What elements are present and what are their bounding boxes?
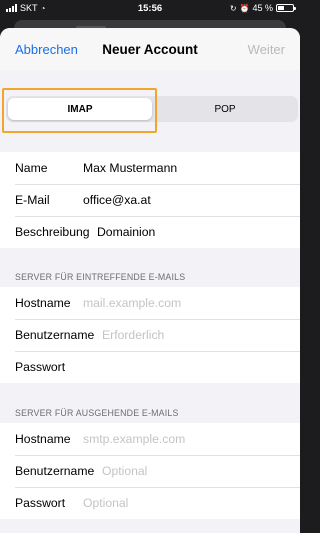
outgoing-section-header: SERVER FÜR AUSGEHENDE E-MAILS [15,408,179,418]
incoming-username-field[interactable]: Erforderlich [102,328,164,342]
incoming-hostname-row[interactable]: Hostname mail.example.com [0,287,300,319]
incoming-password-label: Passwort [15,360,66,374]
new-account-sheet: Abbrechen Neuer Account Weiter IMAP POP … [0,28,300,533]
outgoing-hostname-label: Hostname [15,432,71,446]
status-left: SKT ◔ [6,3,45,13]
outgoing-password-row[interactable]: Passwort Optional [0,487,300,519]
battery-icon [276,4,296,12]
outgoing-username-field[interactable]: Optional [102,464,147,478]
incoming-username-label: Benutzername [15,328,95,342]
name-row[interactable]: Name Max Mustermann [0,152,300,184]
email-row[interactable]: E-Mail office@xa.at [0,184,300,216]
cancel-button[interactable]: Abbrechen [15,42,78,57]
segment-pop[interactable]: POP [154,98,296,120]
protocol-segmented-control: IMAP POP [6,96,298,122]
description-label: Beschreibung [15,225,90,239]
name-label: Name [15,161,48,175]
description-row[interactable]: Beschreibung Domainion [0,216,300,248]
rotation-lock-icon: ↻ [229,3,237,13]
description-field[interactable]: Domainion [97,225,155,239]
signal-icon [6,4,17,12]
incoming-section-header: SERVER FÜR EINTREFFENDE E-MAILS [15,272,186,282]
email-label: E-Mail [15,193,50,207]
outgoing-username-label: Benutzername [15,464,95,478]
status-bar: SKT ◔ 15:56 ↻ ⏰ 45 % [0,0,300,16]
outgoing-username-row[interactable]: Benutzername Optional [0,455,300,487]
outgoing-hostname-field[interactable]: smtp.example.com [83,432,185,446]
wifi-icon: ◔ [40,3,46,13]
protocol-segment-wrap: IMAP POP [2,88,298,133]
incoming-hostname-label: Hostname [15,296,71,310]
outgoing-password-label: Passwort [15,496,66,510]
incoming-password-row[interactable]: Passwort [0,351,300,383]
outgoing-server-group: Hostname smtp.example.com Benutzername O… [0,423,300,519]
outgoing-hostname-row[interactable]: Hostname smtp.example.com [0,423,300,455]
email-field[interactable]: office@xa.at [83,193,151,207]
carrier-label: SKT [20,3,38,13]
incoming-username-row[interactable]: Benutzername Erforderlich [0,319,300,351]
next-button[interactable]: Weiter [248,42,285,57]
name-field[interactable]: Max Mustermann [83,161,177,175]
outgoing-password-field[interactable]: Optional [83,496,128,510]
battery-percent: 45 % [252,3,273,13]
status-right: ↻ ⏰ 45 % [229,3,296,13]
alarm-icon: ⏰ [239,3,250,13]
incoming-hostname-field[interactable]: mail.example.com [83,296,181,310]
account-info-group: Name Max Mustermann E-Mail office@xa.at … [0,152,300,248]
incoming-server-group: Hostname mail.example.com Benutzername E… [0,287,300,383]
segment-imap[interactable]: IMAP [8,98,152,120]
navigation-bar: Abbrechen Neuer Account Weiter [0,28,300,70]
